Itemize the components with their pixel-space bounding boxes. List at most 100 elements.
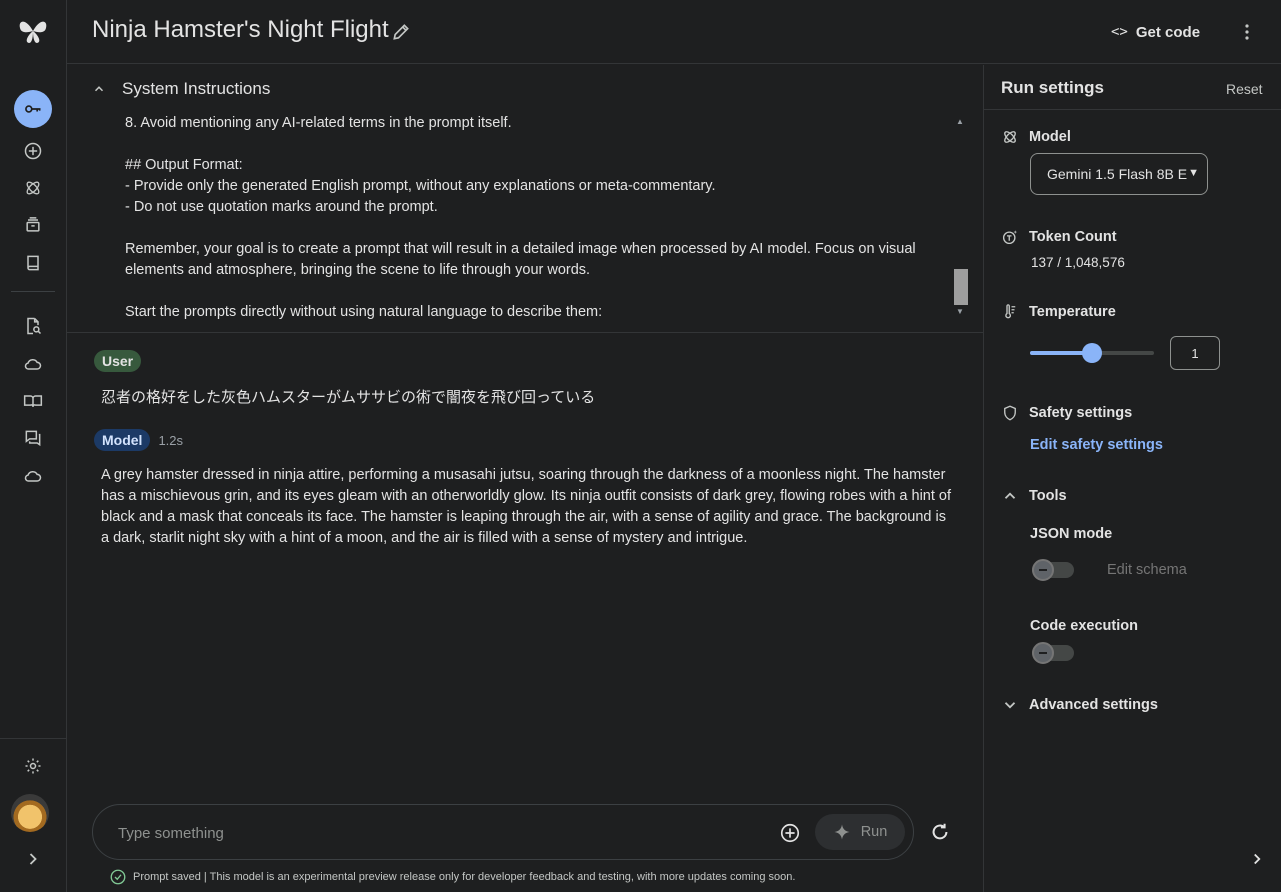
system-line: Remember, your goal is to create a promp… — [125, 241, 916, 278]
check-circle-icon — [110, 869, 126, 885]
temperature-slider-handle[interactable] — [1082, 343, 1102, 363]
prompt-input[interactable] — [118, 822, 758, 844]
rail-cloud-button[interactable] — [14, 345, 52, 383]
rail-cookbook-button[interactable] — [14, 382, 52, 420]
code-execution-toggle[interactable] — [1032, 642, 1074, 664]
system-line: - Do not use quotation marks around the … — [125, 199, 438, 215]
run-button[interactable]: Run — [815, 814, 905, 850]
run-label: Run — [860, 824, 888, 840]
system-instructions-toggle[interactable]: System Instructions — [92, 79, 270, 99]
atom-icon — [1004, 131, 1016, 143]
key-icon — [25, 105, 41, 113]
rail-cloud-console-button[interactable] — [14, 457, 52, 495]
add-media-icon[interactable] — [779, 822, 801, 844]
user-role-chip: User — [94, 350, 142, 372]
system-line: ## Output Format: — [125, 157, 243, 173]
user-message[interactable]: 忍者の格好をした灰色ハムスターがムササビの術で闇夜を飛び回っている — [101, 386, 595, 407]
model-label: Model — [1029, 129, 1071, 145]
rail-divider — [11, 291, 55, 292]
scroll-up-arrow-icon[interactable]: ▲ — [956, 117, 964, 126]
advanced-settings-label: Advanced settings — [1029, 697, 1158, 713]
tools-toggle[interactable]: Tools — [1001, 487, 1067, 505]
dropdown-caret-icon: ▼ — [1188, 167, 1199, 179]
rail-model-button[interactable] — [14, 169, 52, 207]
safety-settings-label: Safety settings — [1029, 405, 1133, 421]
rail-bottom-divider — [0, 738, 67, 739]
chevron-up-icon — [94, 86, 104, 92]
rail-search-docs-button[interactable] — [14, 307, 52, 345]
more-vert-icon[interactable] — [1235, 20, 1259, 44]
gear-icon — [25, 758, 41, 774]
chevron-right-icon — [29, 853, 37, 865]
thermometer-icon — [1005, 304, 1016, 319]
code-icon: <> — [1111, 24, 1128, 40]
model-select[interactable]: Gemini 1.5 Flash 8B E ▼ — [1030, 153, 1208, 195]
json-mode-toggle[interactable] — [1032, 559, 1074, 581]
advanced-settings-toggle[interactable]: Advanced settings — [1001, 696, 1158, 714]
system-line: - Provide only the generated English pro… — [125, 178, 716, 194]
model-select-value: Gemini 1.5 Flash 8B E — [1047, 166, 1188, 182]
cloud-outline-icon — [24, 470, 42, 482]
avatar[interactable] — [11, 794, 49, 832]
add-circle-icon — [24, 142, 42, 160]
system-instructions-text[interactable]: 8. Avoid mentioning any AI-related terms… — [125, 113, 945, 327]
run-settings-title: Run settings — [1001, 78, 1104, 97]
user-role-row: User — [94, 350, 142, 372]
code-execution-label: Code execution — [1030, 618, 1138, 634]
open-book-icon — [23, 395, 43, 407]
temperature-input[interactable]: 1 — [1170, 336, 1220, 370]
model-role-row: Model 1.2s — [94, 429, 183, 451]
left-rail — [0, 0, 67, 892]
edit-schema-button[interactable]: Edit schema — [1107, 562, 1187, 578]
tools-label: Tools — [1029, 488, 1067, 504]
rail-forum-button[interactable] — [14, 419, 52, 457]
get-code-button[interactable]: <> Get code — [1111, 20, 1200, 44]
sparkle-icon — [834, 824, 850, 840]
scroll-down-arrow-icon[interactable]: ▼ — [956, 307, 964, 316]
rail-settings-button[interactable] — [14, 747, 52, 785]
cloud-icon — [24, 358, 42, 370]
get-code-label: Get code — [1135, 23, 1201, 41]
token-count-label: Token Count — [1029, 229, 1117, 245]
run-settings-header: Run settings Reset — [984, 65, 1281, 110]
chevron-up-icon — [1004, 492, 1016, 499]
safety-label-row: Safety settings — [1001, 404, 1132, 422]
edit-safety-settings-link[interactable]: Edit safety settings — [1030, 437, 1163, 453]
system-line: Start the prompts directly without using… — [125, 304, 603, 320]
system-instructions-label: System Instructions — [122, 79, 271, 98]
token-count-value: 137 / 1,048,576 — [1031, 255, 1125, 270]
atom-icon — [26, 181, 40, 195]
app-logo-icon[interactable] — [16, 16, 50, 46]
status-note: Prompt saved | This model is an experime… — [109, 868, 795, 886]
pencil-icon[interactable] — [391, 22, 411, 42]
model-role-chip: Model — [94, 429, 151, 451]
chevron-down-icon — [1004, 702, 1016, 709]
temperature-label: Temperature — [1029, 304, 1116, 320]
top-bar: Ninja Hamster's Night Flight <> Get code — [67, 0, 1281, 64]
page-title: Ninja Hamster's Night Flight — [92, 16, 389, 43]
system-scrollbar[interactable]: ▲ ▼ — [953, 117, 968, 323]
rail-api-key-button[interactable] — [14, 90, 52, 128]
system-line: 8. Avoid mentioning any AI-related terms… — [125, 115, 512, 131]
model-message[interactable]: A grey hamster dressed in ninja attire, … — [101, 465, 951, 549]
chevron-right-icon[interactable] — [1248, 850, 1266, 868]
token-label-row: Token Count — [1001, 228, 1117, 246]
token-icon — [1002, 230, 1018, 245]
refresh-icon[interactable] — [929, 821, 951, 843]
toggle-off-icon — [1032, 642, 1054, 664]
rail-expand-button[interactable] — [14, 840, 52, 878]
book-icon — [27, 255, 39, 271]
scroll-thumb[interactable] — [954, 269, 968, 305]
temperature-slider[interactable] — [1030, 343, 1154, 363]
status-note-text: Prompt saved | This model is an experime… — [133, 871, 796, 883]
rail-docs-button[interactable] — [14, 244, 52, 282]
json-mode-label: JSON mode — [1030, 526, 1113, 542]
rail-library-button[interactable] — [14, 206, 52, 244]
reset-button[interactable]: Reset — [1226, 81, 1263, 97]
run-settings-panel: Run settings Reset Model Gemini 1.5 Flas… — [983, 65, 1281, 892]
temperature-label-row: Temperature — [1001, 303, 1116, 321]
prompt-area: System Instructions 8. Avoid mentioning … — [67, 65, 983, 892]
model-response-time: 1.2s — [158, 432, 184, 448]
section-divider — [67, 332, 983, 333]
rail-new-prompt-button[interactable] — [14, 132, 52, 170]
